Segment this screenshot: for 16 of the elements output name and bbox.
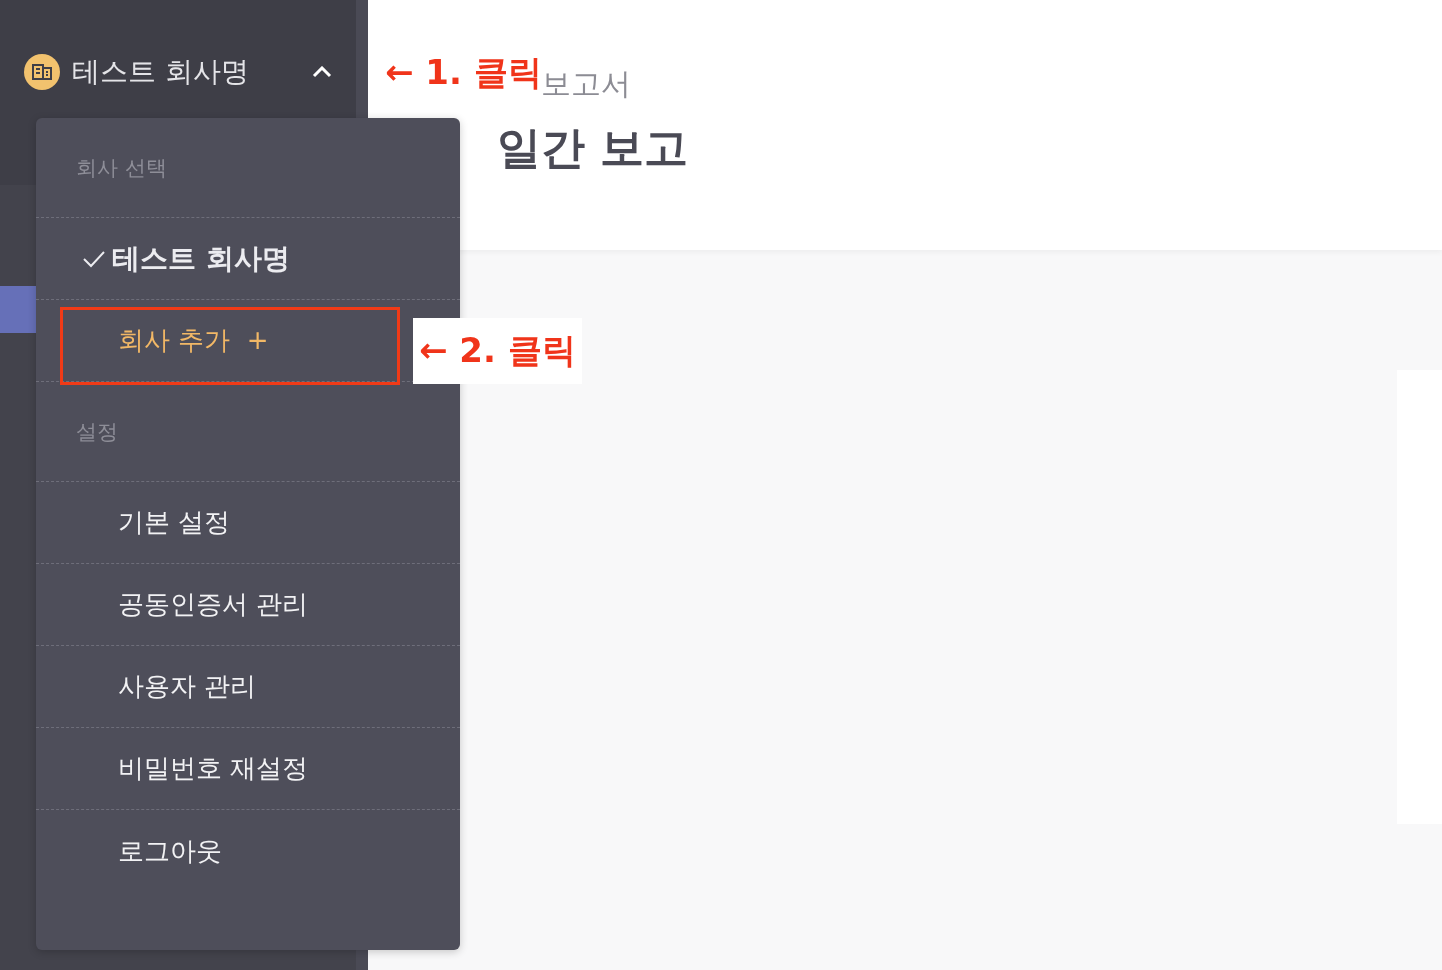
menu-item[interactable]: 공동인증서 관리	[82, 587, 309, 622]
menu-item[interactable]: 사용자 관리	[82, 669, 257, 704]
section-heading: 설정	[76, 418, 118, 446]
sidebar-highlight	[0, 286, 36, 333]
section-heading: 회사 선택	[76, 154, 167, 182]
click-annotation: ← 1. 클릭	[385, 51, 542, 94]
building-icon	[24, 54, 60, 90]
page-title: 일간 보고	[497, 121, 689, 175]
menu-item[interactable]: 비밀번호 재설정	[82, 751, 309, 786]
company-name[interactable]: 테스트 회사명	[72, 53, 300, 91]
click-annotation: ← 2. 클릭	[413, 318, 582, 384]
chevron-icon[interactable]	[312, 66, 332, 78]
add-company-button[interactable]: 회사 추가 +	[82, 323, 269, 358]
company-option[interactable]: 테스트 회사명	[82, 239, 290, 278]
menu-item[interactable]: 기본 설정	[82, 505, 231, 540]
menu-item[interactable]: 로그아웃	[82, 833, 222, 869]
